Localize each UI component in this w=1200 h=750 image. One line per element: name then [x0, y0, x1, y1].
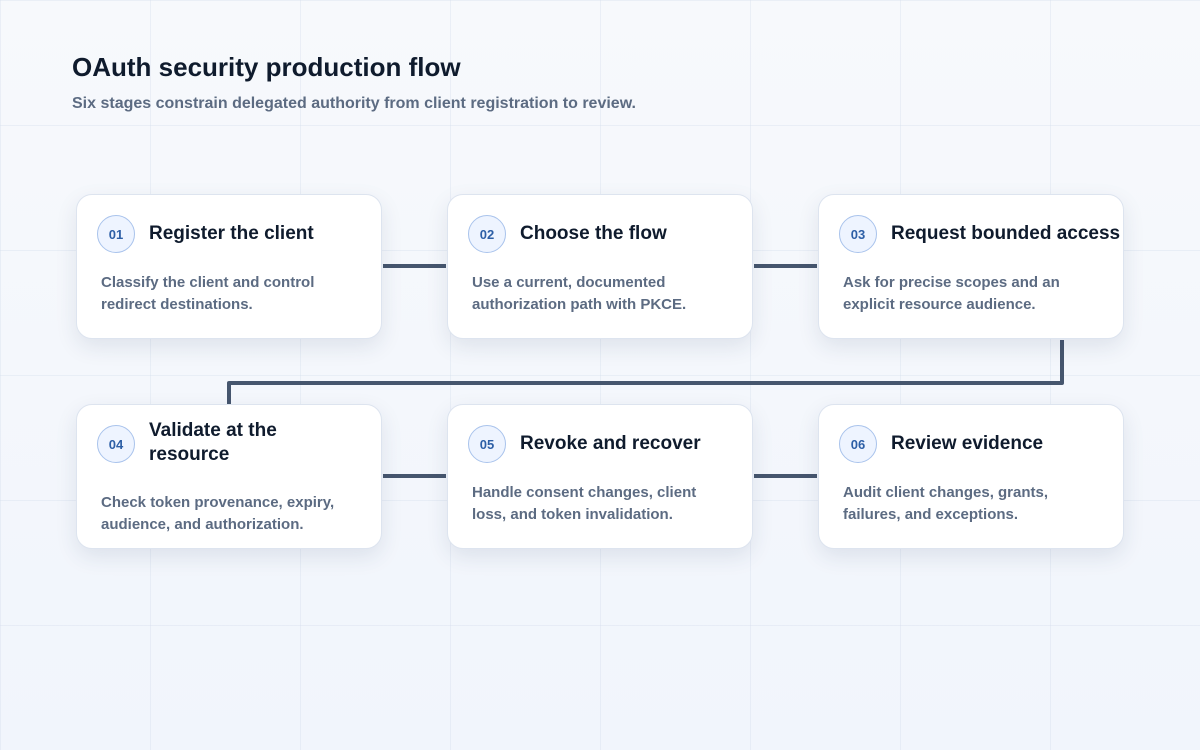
- step-description: Ask for precise scopes and an explicit r…: [843, 274, 1060, 313]
- step-description: Check token provenance, expiry, audience…: [101, 494, 335, 533]
- step-number-badge: 05: [468, 425, 506, 463]
- page-subtitle: Six stages constrain delegated authority…: [72, 95, 636, 112]
- step-title: Review evidence: [891, 433, 1044, 454]
- step-card-validate-resource: 04 Validate at the resource Check token …: [76, 404, 382, 549]
- step-title: Request bounded access: [891, 223, 1121, 244]
- step-title: Validate at the resource: [149, 420, 277, 465]
- page-title: OAuth security production flow: [72, 52, 461, 82]
- step-description: Handle consent changes, client loss, and…: [472, 484, 697, 523]
- connector-03-04: [227, 340, 1064, 404]
- step-card-revoke-recover: 05 Revoke and recover Handle consent cha…: [447, 404, 753, 549]
- step-card-choose-flow: 02 Choose the flow Use a current, docume…: [447, 194, 753, 339]
- step-card-request-access: 03 Request bounded access Ask for precis…: [818, 194, 1124, 339]
- step-title: Revoke and recover: [520, 433, 701, 454]
- step-number-badge: 01: [97, 215, 135, 253]
- step-card-register-client: 01 Register the client Classify the clie…: [76, 194, 382, 339]
- step-title: Register the client: [149, 223, 314, 244]
- step-number-badge: 03: [839, 215, 877, 253]
- step-number-badge: 02: [468, 215, 506, 253]
- step-number-badge: 06: [839, 425, 877, 463]
- step-description: Use a current, documented authorization …: [472, 274, 687, 313]
- step-number-badge: 04: [97, 425, 135, 463]
- step-description: Classify the client and control redirect…: [101, 274, 315, 313]
- step-description: Audit client changes, grants, failures, …: [843, 484, 1049, 523]
- step-card-review-evidence: 06 Review evidence Audit client changes,…: [818, 404, 1124, 549]
- step-title: Choose the flow: [520, 223, 667, 244]
